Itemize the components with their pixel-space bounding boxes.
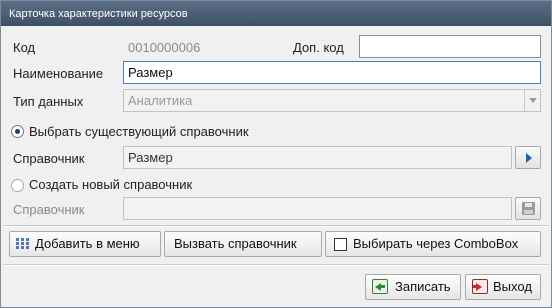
extra-code-label: Доп. код: [293, 40, 344, 55]
code-label: Код: [13, 40, 36, 55]
exit-label: Выход: [493, 279, 532, 294]
directory-input[interactable]: Размер: [123, 146, 512, 169]
add-to-menu-label: Добавить в меню: [35, 236, 140, 251]
add-to-menu-button[interactable]: Добавить в меню: [9, 231, 161, 257]
radio-dot: [15, 129, 20, 134]
call-directory-label: Вызвать справочник: [174, 236, 297, 251]
select-existing-radio[interactable]: [11, 125, 24, 138]
open-directory-button[interactable]: [515, 146, 541, 169]
footer-divider: [3, 264, 549, 266]
save-button[interactable]: Записать: [365, 274, 461, 300]
grid-menu-icon: [16, 238, 29, 250]
combobox-toggle[interactable]: Выбирать через ComboBox: [325, 231, 541, 257]
create-new-radio[interactable]: [11, 179, 24, 192]
directory-label: Справочник: [13, 151, 85, 166]
divider: [3, 225, 549, 227]
call-directory-button[interactable]: Вызвать справочник: [164, 231, 322, 257]
code-value: 0010000006: [128, 40, 201, 55]
resource-characteristic-dialog: Карточка характеристики ресурсов Код 001…: [0, 0, 552, 308]
title-bar: Карточка характеристики ресурсов: [1, 1, 551, 26]
data-type-select[interactable]: Аналитика: [123, 89, 541, 112]
data-type-dropdown-button[interactable]: [524, 90, 540, 111]
data-type-label: Тип данных: [13, 94, 84, 109]
exit-icon: [472, 279, 488, 294]
new-directory-input[interactable]: [123, 197, 512, 220]
create-new-label[interactable]: Создать новый справочник: [29, 177, 192, 192]
floppy-disk-icon: [522, 202, 535, 215]
select-existing-label[interactable]: Выбрать существующий справочник: [29, 124, 249, 139]
new-directory-label: Справочник: [13, 202, 85, 217]
combobox-checkbox[interactable]: [334, 238, 347, 251]
save-icon: [372, 279, 388, 294]
save-label: Записать: [395, 279, 451, 294]
data-type-value: Аналитика: [128, 93, 193, 108]
save-directory-button[interactable]: [515, 197, 541, 220]
name-input[interactable]: Размер: [123, 61, 541, 84]
exit-button[interactable]: Выход: [465, 274, 541, 300]
name-label: Наименование: [13, 66, 104, 81]
play-arrow-icon: [526, 153, 532, 163]
chevron-down-icon: [529, 98, 537, 103]
combobox-label: Выбирать через ComboBox: [353, 236, 519, 251]
window-title: Карточка характеристики ресурсов: [9, 8, 188, 20]
extra-code-input[interactable]: [359, 35, 541, 58]
